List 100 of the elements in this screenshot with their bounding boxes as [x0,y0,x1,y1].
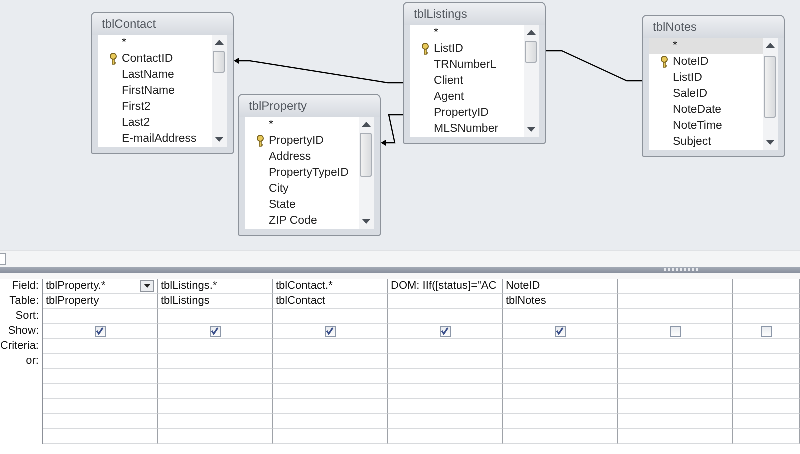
field-item[interactable]: Client [410,73,524,89]
grid-cell[interactable] [503,399,618,414]
show-checkbox[interactable] [440,326,450,336]
grid-cell[interactable] [733,384,800,399]
grid-cell[interactable] [388,309,503,324]
scrollbar[interactable] [212,35,227,147]
grid-cell[interactable] [43,414,158,429]
grid-cell[interactable] [273,309,388,324]
down-arrow-icon[interactable] [527,127,536,132]
grid-cell[interactable] [158,354,273,369]
grid-cell[interactable] [158,399,273,414]
up-arrow-icon[interactable] [527,30,536,35]
grid-cell[interactable] [43,369,158,384]
table-cell[interactable]: tblNotes [503,294,618,309]
field-item[interactable]: PropertyID [245,133,359,149]
field-cell[interactable]: tblListings.* [158,279,273,294]
field-cell[interactable] [733,279,800,294]
field-item[interactable]: NoteTime [649,118,763,134]
grid-cell[interactable] [503,339,618,354]
up-arrow-icon[interactable] [766,43,775,48]
grid-cell[interactable] [503,384,618,399]
table-cell[interactable]: tblContact [273,294,388,309]
grid-cell[interactable] [273,429,388,444]
grid-cell[interactable] [618,414,733,429]
grid-cell[interactable] [388,354,503,369]
scrollbar-thumb[interactable] [764,56,776,118]
grid-cell[interactable] [43,429,158,444]
dropdown-button[interactable] [140,280,154,292]
grid-cell[interactable] [273,339,388,354]
field-item[interactable]: SaleID [649,86,763,102]
table-cell[interactable] [733,294,800,309]
grid-cell[interactable] [733,369,800,384]
field-item[interactable]: TRNumberL [410,57,524,73]
grid-cell[interactable] [618,384,733,399]
grid-cell[interactable] [158,414,273,429]
field-item[interactable]: Last2 [98,115,212,131]
table-cell[interactable]: tblProperty [43,294,158,309]
scrollbar[interactable] [0,253,6,265]
scrollbar[interactable] [359,117,374,229]
grid-cell[interactable] [158,384,273,399]
show-checkbox[interactable] [670,326,680,336]
field-item[interactable]: ContactID [98,51,212,67]
table-cell[interactable] [388,294,503,309]
grid-cell[interactable] [618,369,733,384]
grid-cell[interactable] [43,399,158,414]
down-arrow-icon[interactable] [215,137,224,142]
table-cell[interactable]: tblListings [158,294,273,309]
grid-cell[interactable] [503,429,618,444]
field-item[interactable]: LastName [98,67,212,83]
grid-cell[interactable] [503,309,618,324]
grid-cell[interactable] [273,369,388,384]
grid-cell[interactable] [43,339,158,354]
field-item[interactable]: MLSNumber [410,121,524,137]
up-arrow-icon[interactable] [362,122,371,127]
grid-cell[interactable] [733,429,800,444]
grid-cell[interactable] [503,414,618,429]
grid-cell[interactable] [43,309,158,324]
grid-cell[interactable] [618,339,733,354]
grid-cell[interactable] [43,384,158,399]
grid-cell[interactable] [43,354,158,369]
grid-cell[interactable] [733,339,800,354]
grid-cell[interactable] [733,309,800,324]
grid-cell[interactable] [503,369,618,384]
up-arrow-icon[interactable] [215,40,224,45]
grid-cell[interactable] [273,414,388,429]
show-checkbox[interactable] [324,326,336,336]
field-item[interactable]: PropertyID [410,105,524,121]
field-item[interactable]: ListID [410,41,524,57]
show-checkbox[interactable] [94,326,106,336]
grid-cell[interactable] [733,354,800,369]
field-item[interactable]: PropertyTypeID [245,165,359,181]
grid-cell[interactable] [273,354,388,369]
down-arrow-icon[interactable] [362,219,371,224]
grid-cell[interactable] [158,309,273,324]
grid-cell[interactable] [388,429,503,444]
scrollbar[interactable] [763,38,778,150]
grid-cell[interactable] [503,354,618,369]
grid-cell[interactable] [388,369,503,384]
field-item[interactable]: NoteDate [649,102,763,118]
field-item[interactable]: ListID [649,70,763,86]
field-item[interactable]: City [245,181,359,197]
field-item[interactable]: * [410,25,524,41]
grid-cell[interactable] [273,384,388,399]
field-list-window[interactable]: tblListings * ListID TRNumberL Client Agent PropertyID MLSNumber [403,2,546,144]
table-cell[interactable] [618,294,733,309]
grid-cell[interactable] [273,399,388,414]
grid-cell[interactable] [388,384,503,399]
field-list-window[interactable]: tblNotes * NoteID ListID SaleID NoteDate NoteTime Subject [642,15,785,157]
grid-cell[interactable] [158,369,273,384]
grid-cell[interactable] [733,399,800,414]
scrollbar-thumb[interactable] [360,133,372,177]
field-item[interactable]: First2 [98,99,212,115]
field-list-window[interactable]: tblProperty * PropertyID Address PropertyTypeID City State ZIP Code [238,94,381,236]
grid-cell[interactable] [733,414,800,429]
splitter-grip[interactable] [664,268,698,271]
field-item[interactable]: * [649,38,763,54]
field-item[interactable]: E-mailAddress [98,131,212,147]
field-cell[interactable]: DOM: IIf([status]="AC [388,279,503,294]
field-item[interactable]: Agent [410,89,524,105]
grid-cell[interactable] [158,429,273,444]
